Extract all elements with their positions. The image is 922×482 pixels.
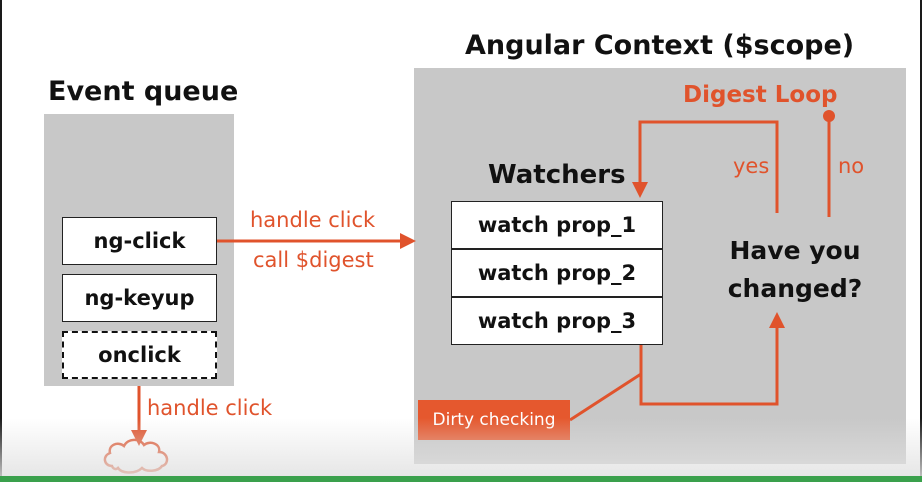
yes-label: yes <box>733 154 770 178</box>
handle-click-label: handle click <box>250 208 376 232</box>
dirty-checking-pointer <box>569 372 642 422</box>
native-handle-click-label: handle click <box>147 396 273 420</box>
no-branch-dot <box>823 110 835 122</box>
changed-arrowhead <box>769 312 785 328</box>
watchers-arrowhead <box>632 182 648 198</box>
bottom-fade <box>0 418 922 478</box>
bottom-progress-bar <box>0 476 922 482</box>
no-label: no <box>838 154 865 178</box>
call-digest-label: call $digest <box>253 248 374 272</box>
handle-click-arrowhead <box>400 233 416 249</box>
digest-loop-label: Digest Loop <box>683 82 838 108</box>
dirty-checking-arrow <box>639 326 779 406</box>
